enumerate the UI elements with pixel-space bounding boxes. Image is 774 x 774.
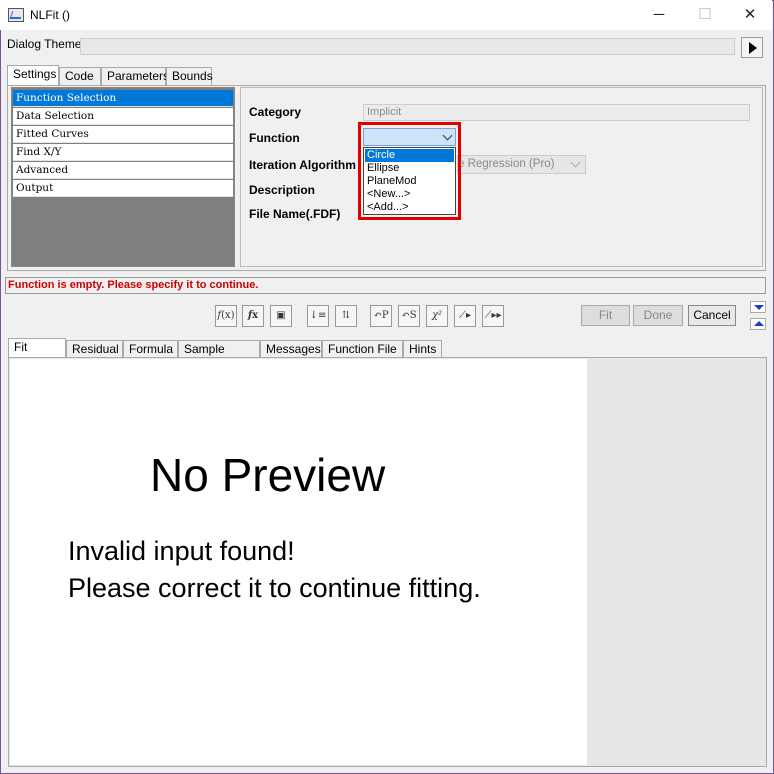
fx-function-icon: fx <box>247 310 259 321</box>
fx-edit-icon: f(x) <box>217 310 235 321</box>
sort-down-button[interactable]: ↓≡ <box>307 305 329 327</box>
tree-item-output[interactable]: Output <box>13 180 233 197</box>
fx-function-button[interactable]: fx <box>242 305 264 327</box>
collapse-down-button[interactable] <box>750 301 766 313</box>
sort-down-icon: ↓≡ <box>309 310 327 321</box>
fit-until-converged-button[interactable]: ⟋▸▸ <box>482 305 504 327</box>
settings-tree: Function Selection Data Selection Fitted… <box>11 87 235 267</box>
maximize-icon: ☐ <box>698 6 712 23</box>
close-button[interactable]: ✕ <box>727 0 773 30</box>
undo-p-button[interactable]: ↶P <box>370 305 392 327</box>
undo-s-icon: ↶S <box>401 310 417 321</box>
chevron-down-icon <box>570 157 581 168</box>
undo-s-button[interactable]: ↶S <box>398 305 420 327</box>
dialog-theme-label: Dialog Theme <box>7 37 82 51</box>
save-icon: ▣ <box>276 310 286 321</box>
tab-fit-curve[interactable]: Fit Curve <box>8 338 66 371</box>
undo-p-icon: ↶P <box>373 310 389 321</box>
tab-code[interactable]: Code <box>59 67 101 85</box>
file-name-label: File Name(.FDF) <box>249 207 341 221</box>
tab-residual[interactable]: Residual <box>66 340 123 358</box>
tab-hints[interactable]: Hints <box>403 340 442 358</box>
tab-function-file[interactable]: Function File <box>322 340 403 358</box>
fx-edit-button[interactable]: f(x) <box>215 305 237 327</box>
category-field[interactable]: Implicit <box>363 104 750 121</box>
minimize-button[interactable]: ─ <box>636 0 682 30</box>
tab-formula[interactable]: Formula <box>123 340 178 358</box>
chi-square-button[interactable]: χ² <box>426 305 448 327</box>
collapse-up-button[interactable] <box>750 318 766 330</box>
description-label: Description <box>249 183 316 197</box>
tree-button[interactable]: ⇅ <box>335 305 357 327</box>
save-button[interactable]: ▣ <box>270 305 292 327</box>
tree-item-function-selection[interactable]: Function Selection <box>13 90 233 107</box>
tree-item-fitted-curves[interactable]: Fitted Curves <box>13 126 233 143</box>
function-label: Function <box>249 131 300 145</box>
no-preview-title: No Preview <box>150 449 386 501</box>
chi-square-icon: χ² <box>431 310 443 321</box>
fit-button[interactable]: Fit <box>581 305 630 326</box>
tab-bounds[interactable]: Bounds <box>166 67 213 85</box>
dialog-theme-combo[interactable] <box>80 38 735 55</box>
fit-until-converged-icon: ⟋▸▸ <box>484 310 502 321</box>
iterate-icon: ⟋▸ <box>458 310 472 321</box>
minimize-icon: ─ <box>653 6 665 23</box>
cancel-button[interactable]: Cancel <box>688 305 736 326</box>
tree-icon: ⇅ <box>341 310 351 321</box>
invalid-input-message: Invalid input found! <box>68 536 295 566</box>
iteration-algorithm-combo[interactable]: e Regression (Pro) <box>457 155 586 174</box>
window-title: NLFit () <box>30 8 70 22</box>
tab-messages[interactable]: Messages <box>260 340 322 358</box>
iterate-button[interactable]: ⟋▸ <box>454 305 476 327</box>
dialog-theme-menu-button[interactable] <box>741 37 763 58</box>
iteration-algorithm-value: e Regression (Pro) <box>458 158 555 170</box>
done-button[interactable]: Done <box>633 305 683 326</box>
status-message: Function is empty. Please specify it to … <box>8 279 259 291</box>
tab-parameters[interactable]: Parameters <box>101 67 169 85</box>
tab-settings[interactable]: Settings <box>7 65 59 85</box>
close-icon: ✕ <box>743 6 757 23</box>
category-label: Category <box>249 105 302 119</box>
tab-sample-curve[interactable]: Sample Curve <box>178 340 260 373</box>
tree-item-data-selection[interactable]: Data Selection <box>13 108 233 125</box>
annotation-highlight-box <box>358 122 461 220</box>
app-icon <box>8 8 24 22</box>
tree-item-find-xy[interactable]: Find X/Y <box>13 144 233 161</box>
tree-item-advanced[interactable]: Advanced <box>13 162 233 179</box>
correct-input-message: Please correct it to continue fitting. <box>68 573 481 603</box>
iteration-algorithm-label: Iteration Algorithm <box>249 158 356 172</box>
maximize-button[interactable]: ☐ <box>682 0 728 30</box>
